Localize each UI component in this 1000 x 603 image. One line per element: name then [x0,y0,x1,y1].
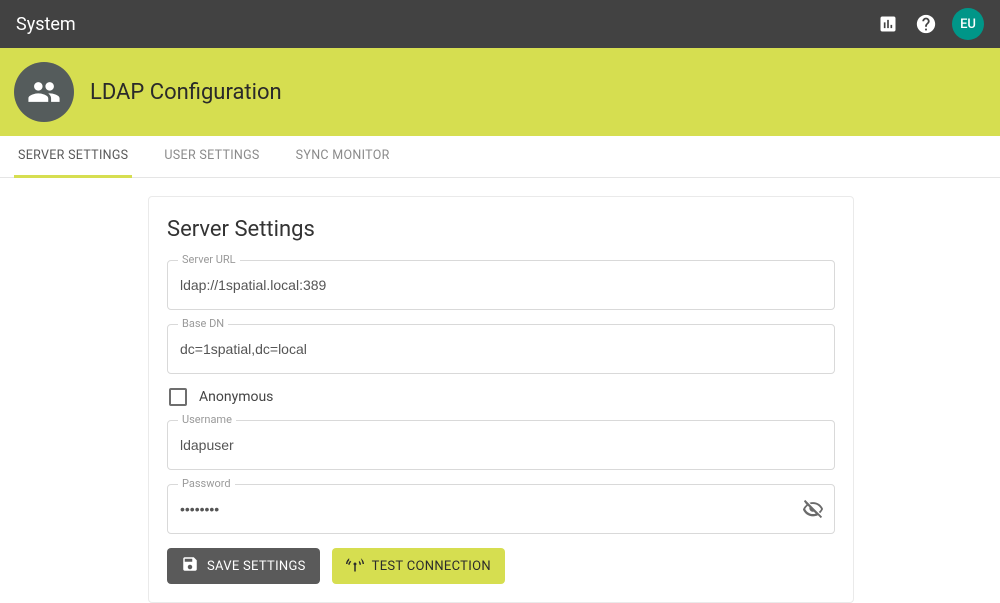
chart-icon[interactable] [876,12,900,36]
password-field: Password [167,484,835,534]
password-input[interactable] [168,485,834,533]
topbar: System EU [0,0,1000,48]
button-row: SAVE SETTINGS TEST CONNECTION [167,548,835,584]
username-label: Username [178,413,236,426]
card-title: Server Settings [167,217,835,242]
password-label: Password [178,477,235,490]
base-dn-field: Base DN [167,324,835,374]
main-content: Server Settings Server URL Base DN Anony… [0,178,1000,603]
username-field: Username [167,420,835,470]
tab-user-settings[interactable]: USER SETTINGS [160,136,263,178]
page-title: LDAP Configuration [90,80,282,105]
server-url-field: Server URL [167,260,835,310]
save-settings-button[interactable]: SAVE SETTINGS [167,548,320,584]
server-settings-card: Server Settings Server URL Base DN Anony… [148,196,854,603]
topbar-left: System [16,14,76,35]
topbar-right: EU [876,8,984,40]
app-title: System [16,14,76,35]
base-dn-label: Base DN [178,317,228,330]
test-button-label: TEST CONNECTION [372,559,491,574]
users-icon [14,62,74,122]
help-icon[interactable] [914,12,938,36]
server-url-input[interactable] [168,261,834,309]
save-button-label: SAVE SETTINGS [207,559,306,574]
visibility-off-icon[interactable] [802,498,824,520]
base-dn-input[interactable] [168,325,834,373]
anonymous-checkbox[interactable] [169,388,187,406]
save-icon [181,555,199,577]
tab-server-settings[interactable]: SERVER SETTINGS [14,136,132,178]
server-url-label: Server URL [178,253,240,266]
test-connection-button[interactable]: TEST CONNECTION [332,548,505,584]
anonymous-checkbox-row[interactable]: Anonymous [169,388,835,406]
page-header: LDAP Configuration [0,48,1000,136]
antenna-icon [346,555,364,577]
username-input[interactable] [168,421,834,469]
anonymous-label: Anonymous [199,389,273,405]
tabs: SERVER SETTINGS USER SETTINGS SYNC MONIT… [0,136,1000,178]
tab-sync-monitor[interactable]: SYNC MONITOR [292,136,394,178]
avatar[interactable]: EU [952,8,984,40]
